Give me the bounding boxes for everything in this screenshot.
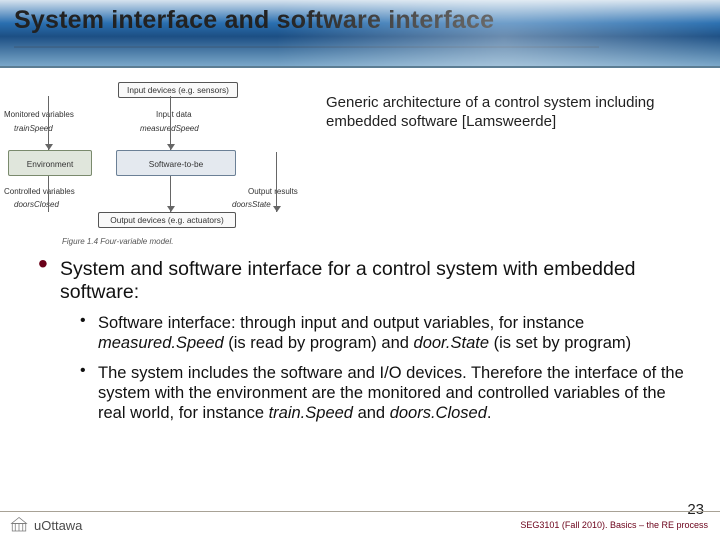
figure-caption: Figure 1.4 Four-variable model. xyxy=(62,237,173,246)
logo-text: uOttawa xyxy=(34,518,82,533)
var-doorsClosed: doorsClosed xyxy=(14,200,59,209)
var-door-state: door.State xyxy=(414,334,490,352)
title-rule xyxy=(14,46,599,48)
sub2-part-b: and xyxy=(353,404,390,422)
title-band: System interface and software interface xyxy=(0,0,720,68)
label-input-data: Input data xyxy=(156,110,192,119)
sub1-part-a: Software interface: through input and ou… xyxy=(98,314,584,332)
diagram-output-devices: Output devices (e.g. actuators) xyxy=(98,212,236,228)
sub1-part-b: (is read by program) and xyxy=(224,334,414,352)
content: System and software interface for a cont… xyxy=(0,252,720,433)
bullet-main: System and software interface for a cont… xyxy=(38,258,688,433)
diagram-line xyxy=(48,96,49,150)
diagram-software: Software-to-be xyxy=(116,150,236,176)
sub-bullet-1: Software interface: through input and ou… xyxy=(84,313,688,363)
label-output-results: Output results xyxy=(248,187,298,196)
diagram-line xyxy=(170,96,171,150)
sub1-part-c: (is set by program) xyxy=(489,334,631,352)
diagram-line xyxy=(48,176,49,212)
logo: uOttawa xyxy=(10,516,82,534)
university-icon xyxy=(10,516,28,534)
diagram-arrowhead xyxy=(167,206,175,212)
sub2-period: . xyxy=(487,404,492,422)
var-doors-closed: doors.Closed xyxy=(390,404,487,422)
var-measured-speed: measured.Speed xyxy=(98,334,224,352)
var-doorsState: doorsState xyxy=(232,200,271,209)
diagram-arrowhead xyxy=(167,144,175,150)
label-monitored-variables: Monitored variables xyxy=(4,110,74,119)
var-train-speed: train.Speed xyxy=(269,404,353,422)
diagram-input-devices: Input devices (e.g. sensors) xyxy=(118,82,238,98)
diagram-line xyxy=(276,152,277,212)
diagram-environment: Environment xyxy=(8,150,92,176)
label-controlled-variables: Controlled variables xyxy=(4,187,75,196)
architecture-diagram: Input devices (e.g. sensors) Environment… xyxy=(8,82,308,252)
page-title: System interface and software interface xyxy=(14,6,494,35)
bullet-main-text: System and software interface for a cont… xyxy=(60,258,636,303)
sub-bullet-2: The system includes the software and I/O… xyxy=(84,363,688,433)
side-caption: Generic architecture of a control system… xyxy=(308,82,702,252)
upper-area: Input devices (e.g. sensors) Environment… xyxy=(0,68,720,252)
var-trainSpeed: trainSpeed xyxy=(14,124,53,133)
footer-course: SEG3101 (Fall 2010). Basics – the RE pro… xyxy=(520,520,708,530)
footer: uOttawa SEG3101 (Fall 2010). Basics – th… xyxy=(0,511,720,534)
diagram-arrowhead xyxy=(45,144,53,150)
diagram-arrowhead xyxy=(273,206,281,212)
